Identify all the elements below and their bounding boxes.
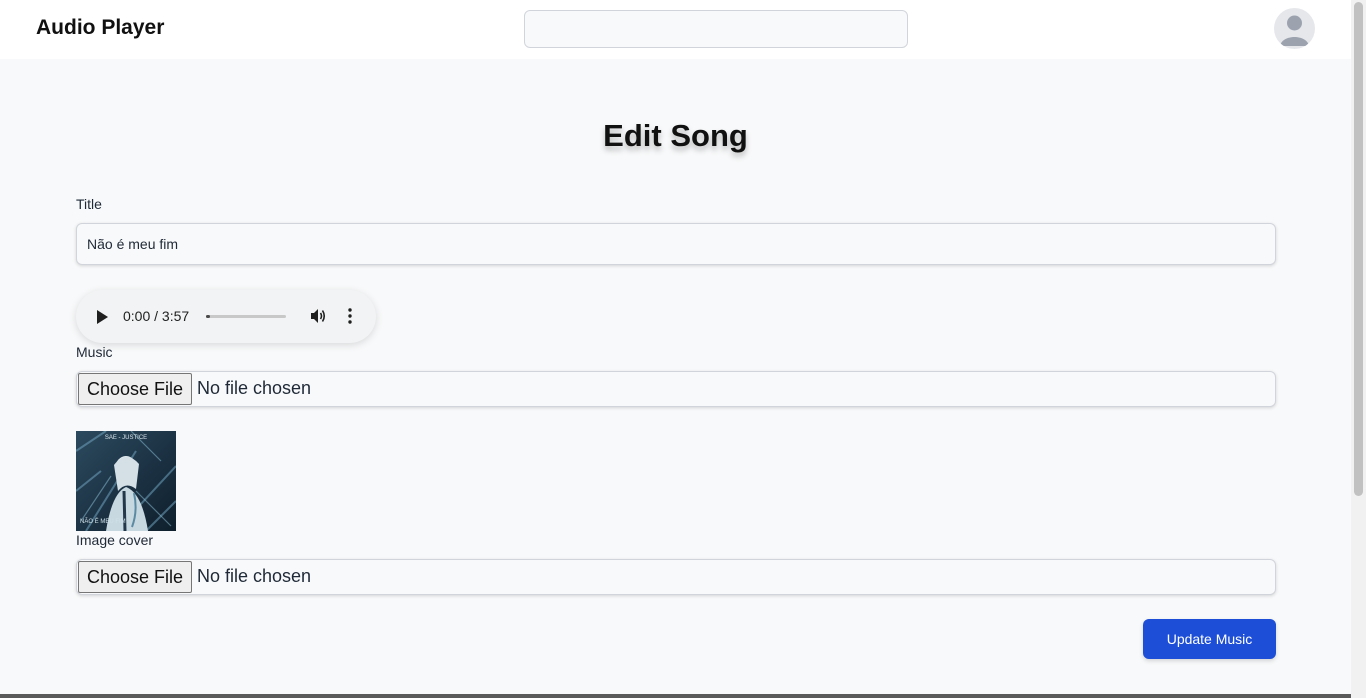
title-input[interactable] [76,223,1276,265]
more-options-icon[interactable] [341,307,359,325]
app-title: Audio Player [36,16,165,39]
user-avatar-icon[interactable] [1274,8,1315,49]
audio-seek-progress [206,315,210,318]
cover-top-text: SAE - JUSTICE [105,435,147,441]
image-cover-label: Image cover [76,532,154,548]
play-icon[interactable] [95,309,109,325]
music-file-status: No file chosen [197,378,312,398]
search-input[interactable] [524,10,908,48]
update-music-button[interactable]: Update Music [1143,619,1276,659]
cover-file-input[interactable]: Choose File No file chosen [76,559,1276,595]
audio-time-display: 0:00 / 3:57 [123,308,190,324]
title-label: Title [76,196,102,212]
cover-file-status: No file chosen [197,566,312,586]
scrollbar-thumb[interactable] [1354,2,1363,496]
vertical-scrollbar[interactable] [1351,0,1366,698]
cover-image: SAE - JUSTICE NÃO É MEU FIM [76,431,176,531]
cover-caption-text: NÃO É MEU FIM [80,518,126,525]
volume-icon[interactable] [309,307,327,325]
audio-seek-bar[interactable] [206,315,286,318]
page-title: Edit Song [603,118,748,153]
music-label: Music [76,344,113,360]
cover-choose-file-button[interactable]: Choose File [78,561,192,593]
music-choose-file-button[interactable]: Choose File [78,373,192,405]
music-file-input[interactable]: Choose File No file chosen [76,371,1276,407]
top-header: Audio Player [0,0,1351,59]
audio-player: 0:00 / 3:57 [76,290,376,343]
bottom-edge [0,694,1351,698]
